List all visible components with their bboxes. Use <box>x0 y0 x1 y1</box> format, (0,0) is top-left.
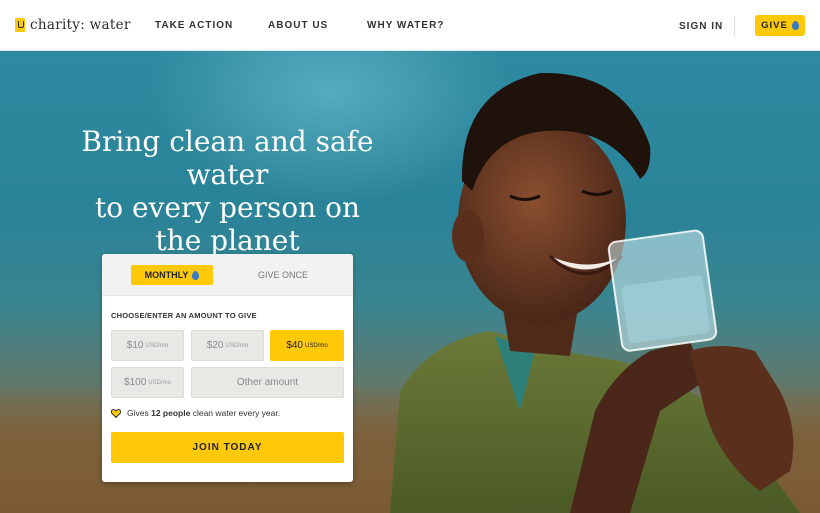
logo-jerrycan-icon <box>15 18 25 32</box>
water-drop-icon <box>791 21 799 30</box>
nav-about-us[interactable]: ABOUT US <box>268 20 328 31</box>
water-drop-icon <box>192 270 200 280</box>
donation-tabs: MONTHLY GIVE ONCE <box>102 254 353 296</box>
choose-amount-label: CHOOSE/ENTER AN AMOUNT TO GIVE <box>111 311 257 320</box>
tab-give-once[interactable]: GIVE ONCE <box>242 265 324 285</box>
hero-photo-boy-drinking-water <box>390 72 800 513</box>
tab-monthly[interactable]: MONTHLY <box>131 265 213 285</box>
impact-suffix: clean water every year. <box>192 408 281 418</box>
impact-statement: Gives 12 people clean water every year. <box>111 408 280 418</box>
sign-in-link[interactable]: SIGN IN <box>679 21 723 32</box>
impact-prefix: Gives <box>127 408 149 418</box>
hero-headline: Bring clean and safe water to every pers… <box>40 125 415 257</box>
logo-text: charity: water <box>30 17 131 33</box>
amount-option-40[interactable]: $40 USD/mo <box>270 330 344 361</box>
amount-option-100[interactable]: $100 USD/mo <box>111 367 184 398</box>
amount-unit: USD/mo <box>148 379 171 386</box>
amount-value: $10 <box>126 340 144 351</box>
nav-take-action[interactable]: TAKE ACTION <box>155 20 233 31</box>
give-button[interactable]: GIVE <box>755 15 805 36</box>
amount-unit: USD/mo <box>225 342 249 349</box>
donation-card: MONTHLY GIVE ONCE CHOOSE/ENTER AN AMOUNT… <box>102 254 353 482</box>
amount-option-10[interactable]: $10 USD/mo <box>111 330 184 361</box>
site-header: charity: water TAKE ACTION ABOUT US WHY … <box>0 0 820 51</box>
amount-unit: USD/mo <box>305 342 328 349</box>
impact-people: 12 people <box>151 408 191 418</box>
heart-icon <box>111 408 121 418</box>
amount-unit: USD/mo <box>145 342 169 349</box>
logo[interactable]: charity: water <box>15 17 131 33</box>
hero-headline-line-1: Bring clean and safe water <box>81 125 374 191</box>
amount-value: $20 <box>206 340 224 351</box>
hero-headline-line-2: to every person on <box>94 191 360 224</box>
give-button-label: GIVE <box>761 20 788 31</box>
nav-divider <box>734 16 735 35</box>
join-today-button[interactable]: JOIN TODAY <box>111 432 344 463</box>
amount-value: $100 <box>124 377 147 388</box>
nav-why-water[interactable]: WHY WATER? <box>367 20 444 31</box>
tab-monthly-label: MONTHLY <box>144 270 189 280</box>
other-amount-input[interactable]: Other amount <box>191 367 344 398</box>
amount-option-20[interactable]: $20 USD/mo <box>191 330 264 361</box>
hero-headline-line-3: the planet <box>155 224 300 257</box>
amount-value: $40 <box>286 340 303 351</box>
